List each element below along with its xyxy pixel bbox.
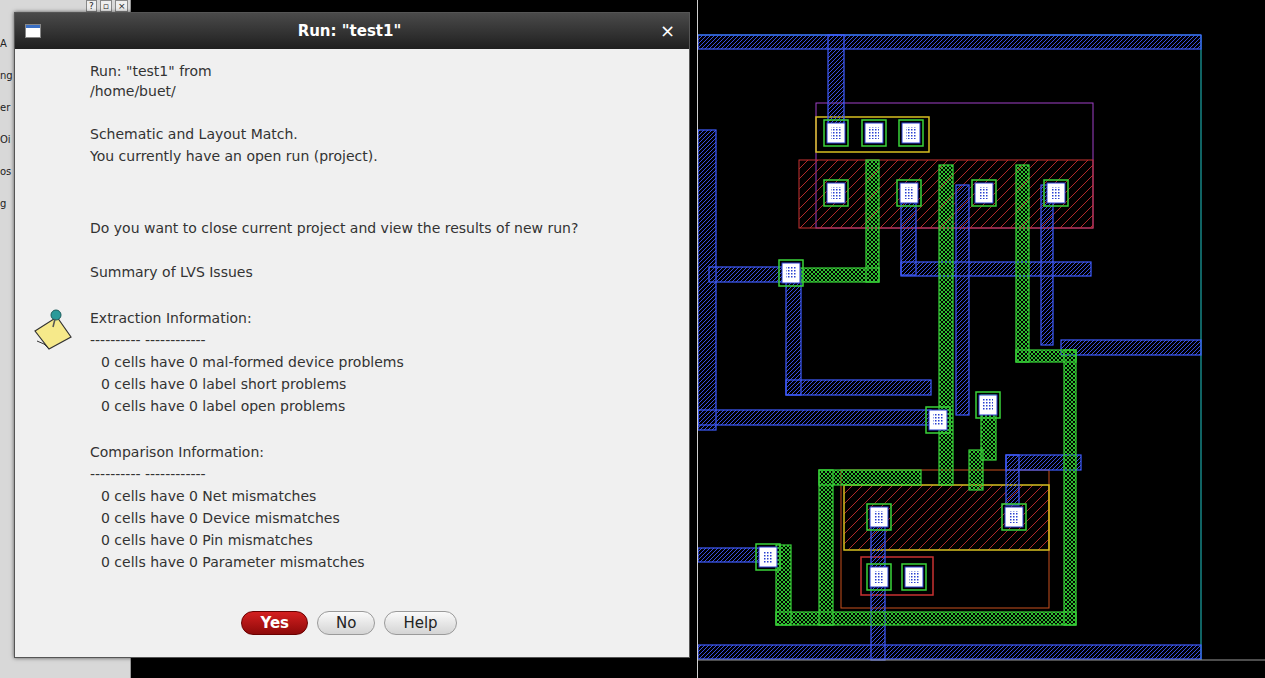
poly-wire[interactable] xyxy=(776,545,791,625)
lvs-section: Extraction Information:---------- ------… xyxy=(15,307,683,417)
run-header: Run: "test1" from/home/buet/ xyxy=(90,61,683,101)
contact-via[interactable] xyxy=(1044,180,1068,206)
background-label: g xyxy=(0,198,13,210)
contact-via[interactable] xyxy=(902,564,926,590)
note-icon xyxy=(31,307,75,351)
section-title: Extraction Information: xyxy=(90,307,404,329)
contact-via[interactable] xyxy=(976,392,1000,418)
dialog-button[interactable]: No xyxy=(317,611,375,635)
dialog-title: Run: "test1" xyxy=(41,22,658,40)
section-item: 0 cells have 0 label short problems xyxy=(90,373,404,395)
header-line: /home/buet/ xyxy=(90,81,683,101)
poly-wire[interactable] xyxy=(1064,350,1076,625)
contact-via[interactable] xyxy=(867,564,891,590)
window-icon xyxy=(25,24,41,38)
metal-wire[interactable] xyxy=(901,262,1091,276)
layout-drawing[interactable] xyxy=(698,0,1265,678)
window-control-button[interactable]: ? xyxy=(86,0,97,12)
header-line: Run: "test1" from xyxy=(90,61,683,81)
section-rule: ---------- ------------ xyxy=(90,329,404,351)
section-content: Extraction Information:---------- ------… xyxy=(90,307,404,417)
metal-wire[interactable] xyxy=(1061,340,1201,355)
dialog-button[interactable]: Yes xyxy=(241,611,308,635)
contact-via[interactable] xyxy=(779,260,803,286)
lvs-section: Comparison Information:---------- ------… xyxy=(15,441,683,573)
question-text: Do you want to close current project and… xyxy=(90,217,683,239)
contact-via[interactable] xyxy=(972,180,996,206)
poly-wire[interactable] xyxy=(1016,165,1029,362)
run-status: Schematic and Layout Match.You currently… xyxy=(90,123,683,167)
run-dialog: Run: "test1"×Run: "test1" from/home/buet… xyxy=(14,12,690,658)
section-gutter xyxy=(15,441,90,573)
contact-via[interactable] xyxy=(926,407,950,433)
metal-wire[interactable] xyxy=(698,35,1201,49)
close-button[interactable]: × xyxy=(658,22,677,40)
layout-canvas[interactable] xyxy=(697,0,1265,678)
contact-via[interactable] xyxy=(867,504,891,530)
background-window-controls: ?▫× xyxy=(0,0,130,12)
background-label: ng xyxy=(0,70,13,82)
status-line: You currently have an open run (project)… xyxy=(90,145,683,167)
metal-wire[interactable] xyxy=(786,270,801,395)
section-item: 0 cells have 0 Device mismatches xyxy=(90,507,365,529)
metal-wire[interactable] xyxy=(828,35,844,125)
contact-via[interactable] xyxy=(899,120,923,146)
contact-via[interactable] xyxy=(862,120,886,146)
section-gutter xyxy=(15,307,90,417)
section-rule: ---------- ------------ xyxy=(90,463,365,485)
contact-via[interactable] xyxy=(1002,504,1026,530)
window-control-button[interactable]: ▫ xyxy=(100,0,112,12)
background-label: A xyxy=(0,38,13,50)
poly-wire[interactable] xyxy=(819,470,921,485)
dialog-body: Run: "test1" from/home/buet/Schematic an… xyxy=(15,49,689,635)
metal-wire[interactable] xyxy=(956,185,969,415)
metal-wire[interactable] xyxy=(698,548,761,562)
metal-wire[interactable] xyxy=(698,410,931,425)
section-content: Comparison Information:---------- ------… xyxy=(90,441,365,573)
contact-via[interactable] xyxy=(897,180,921,206)
contact-via[interactable] xyxy=(824,180,848,206)
section-item: 0 cells have 0 mal-formed device problem… xyxy=(90,351,404,373)
poly-wire[interactable] xyxy=(791,268,879,282)
window-control-button[interactable]: × xyxy=(115,0,129,12)
section-item: 0 cells have 0 Pin mismatches xyxy=(90,529,365,551)
metal-wire[interactable] xyxy=(786,380,931,395)
dialog-buttons: Yes No Help xyxy=(15,611,683,635)
dialog-button[interactable]: Help xyxy=(384,611,456,635)
metal-wire[interactable] xyxy=(1006,455,1019,505)
screen: ?▫×AngerOiosgRun: "test1"×Run: "test1" f… xyxy=(0,0,1265,678)
metal-wire[interactable] xyxy=(1041,185,1053,345)
dialog-titlebar[interactable]: Run: "test1"× xyxy=(15,13,689,49)
desktop-left: ?▫×AngerOiosgRun: "test1"×Run: "test1" f… xyxy=(0,0,697,678)
poly-wire[interactable] xyxy=(819,470,833,625)
section-item: 0 cells have 0 Parameter mismatches xyxy=(90,551,365,573)
background-label: Oi xyxy=(0,134,13,146)
section-item: 0 cells have 0 label open problems xyxy=(90,395,404,417)
section-title: Comparison Information: xyxy=(90,441,365,463)
summary-title: Summary of LVS Issues xyxy=(90,261,683,283)
contact-via[interactable] xyxy=(824,120,848,146)
poly-wire[interactable] xyxy=(866,160,879,282)
background-label: os xyxy=(0,166,13,178)
metal-wire[interactable] xyxy=(698,645,1201,659)
canvas-divider xyxy=(698,660,1265,661)
contact-via[interactable] xyxy=(756,544,780,570)
section-item: 0 cells have 0 Net mismatches xyxy=(90,485,365,507)
background-label: er xyxy=(0,102,13,114)
poly-wire[interactable] xyxy=(939,165,953,485)
status-line: Schematic and Layout Match. xyxy=(90,123,683,145)
